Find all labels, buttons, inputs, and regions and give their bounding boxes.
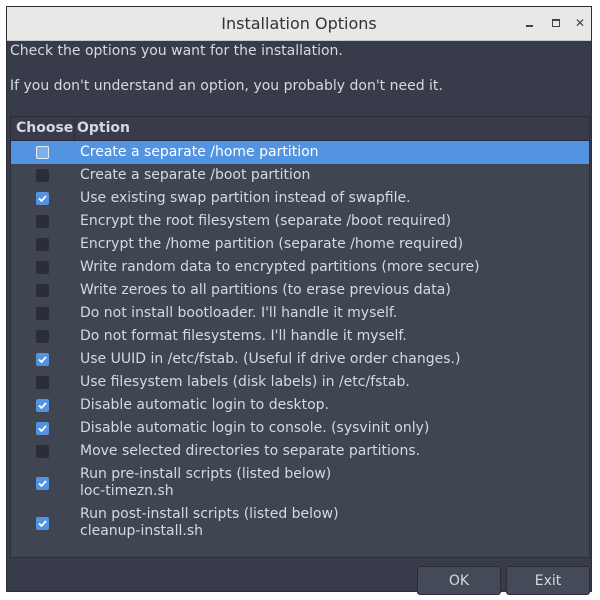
- option-checkbox[interactable]: [36, 422, 49, 435]
- hint-text: If you don't understand an option, you p…: [10, 78, 443, 94]
- option-sublabel: loc-timezn.sh: [80, 483, 174, 499]
- option-row[interactable]: Write random data to encrypted partition…: [11, 256, 589, 279]
- option-checkbox[interactable]: [36, 284, 49, 297]
- option-label: Move selected directories to separate pa…: [80, 443, 421, 459]
- instruction-text: Check the options you want for the insta…: [10, 43, 343, 59]
- option-row[interactable]: Use UUID in /etc/fstab. (Useful if drive…: [11, 348, 589, 371]
- option-row[interactable]: Use filesystem labels (disk labels) in /…: [11, 371, 589, 394]
- list-header: Choose Option: [11, 117, 589, 141]
- option-label: Use existing swap partition instead of s…: [80, 190, 411, 206]
- window-title: Installation Options: [221, 14, 377, 33]
- close-icon[interactable]: ✕: [572, 15, 588, 31]
- option-checkbox[interactable]: [36, 399, 49, 412]
- option-row[interactable]: Run post-install scripts (listed below) c…: [11, 503, 589, 543]
- option-row[interactable]: Move selected directories to separate pa…: [11, 440, 589, 463]
- column-header-option[interactable]: Option: [77, 117, 130, 140]
- option-checkbox[interactable]: [36, 169, 49, 182]
- option-label: Run pre-install scripts (listed below): [80, 466, 332, 482]
- option-label: Use filesystem labels (disk labels) in /…: [80, 374, 410, 390]
- option-label: Create a separate /boot partition: [80, 167, 311, 183]
- maximize-icon[interactable]: [548, 15, 564, 31]
- option-row[interactable]: Encrypt the /home partition (separate /h…: [11, 233, 589, 256]
- option-row[interactable]: Encrypt the root filesystem (separate /b…: [11, 210, 589, 233]
- option-checkbox[interactable]: [36, 376, 49, 389]
- option-checkbox[interactable]: [36, 353, 49, 366]
- option-row[interactable]: Use existing swap partition instead of s…: [11, 187, 589, 210]
- option-label: Use UUID in /etc/fstab. (Useful if drive…: [80, 351, 461, 367]
- option-checkbox[interactable]: [36, 261, 49, 274]
- column-header-choose[interactable]: Choose: [11, 117, 75, 140]
- option-row[interactable]: Disable automatic login to console. (sys…: [11, 417, 589, 440]
- option-row[interactable]: Run pre-install scripts (listed below) lo…: [11, 463, 589, 503]
- exit-button[interactable]: Exit: [506, 566, 590, 595]
- option-sublabel: cleanup-install.sh: [80, 523, 203, 539]
- minimize-icon[interactable]: [521, 15, 537, 31]
- option-checkbox[interactable]: [36, 517, 49, 530]
- option-checkbox[interactable]: [36, 330, 49, 343]
- options-list[interactable]: Choose Option Create a separate /home pa…: [10, 116, 590, 558]
- option-label: Encrypt the root filesystem (separate /b…: [80, 213, 452, 229]
- option-label: Run post-install scripts (listed below): [80, 506, 339, 522]
- option-label: Write random data to encrypted partition…: [80, 259, 480, 275]
- option-label: Create a separate /home partition: [80, 144, 319, 160]
- option-row[interactable]: Create a separate /home partition: [11, 141, 589, 164]
- option-row[interactable]: Write zeroes to all partitions (to erase…: [11, 279, 589, 302]
- ok-button[interactable]: OK: [417, 566, 501, 595]
- option-checkbox[interactable]: [36, 146, 49, 159]
- option-label: Do not install bootloader. I'll handle i…: [80, 305, 398, 321]
- option-checkbox[interactable]: [36, 215, 49, 228]
- option-row[interactable]: Disable automatic login to desktop.: [11, 394, 589, 417]
- option-checkbox[interactable]: [36, 445, 49, 458]
- option-row[interactable]: Do not install bootloader. I'll handle i…: [11, 302, 589, 325]
- option-label: Encrypt the /home partition (separate /h…: [80, 236, 464, 252]
- option-label: Write zeroes to all partitions (to erase…: [80, 282, 451, 298]
- option-label: Do not format filesystems. I'll handle i…: [80, 328, 407, 344]
- option-row[interactable]: Create a separate /boot partition: [11, 164, 589, 187]
- option-label: Disable automatic login to console. (sys…: [80, 420, 430, 436]
- option-row[interactable]: Do not format filesystems. I'll handle i…: [11, 325, 589, 348]
- option-label: Disable automatic login to desktop.: [80, 397, 329, 413]
- option-checkbox[interactable]: [36, 238, 49, 251]
- option-checkbox[interactable]: [36, 192, 49, 205]
- option-checkbox[interactable]: [36, 307, 49, 320]
- title-bar[interactable]: Installation Options ✕: [7, 7, 591, 41]
- installation-options-window: Installation Options ✕ Check the options…: [6, 6, 592, 595]
- option-checkbox[interactable]: [36, 477, 49, 490]
